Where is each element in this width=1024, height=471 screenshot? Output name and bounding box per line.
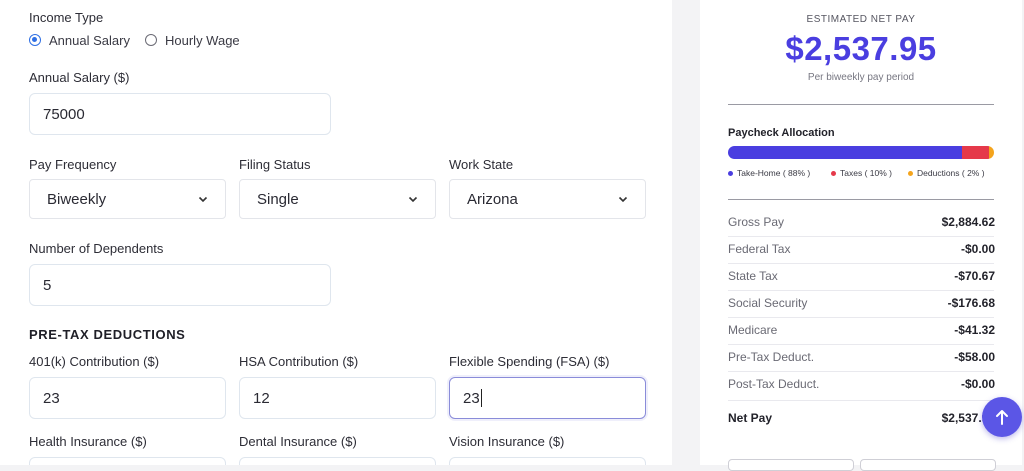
pay-frequency-label: Pay Frequency <box>29 157 117 172</box>
posttax-deduct-value: -$0.00 <box>960 377 995 391</box>
fsa-value: 23 <box>463 389 480 407</box>
radio-hourly-wage[interactable] <box>145 34 157 46</box>
row-separator <box>728 263 994 264</box>
net-pay-row-label: Net Pay <box>728 411 773 425</box>
scroll-to-top-button[interactable] <box>982 397 1022 437</box>
work-state-select[interactable]: Arizona <box>449 179 646 219</box>
social-security-value: -$176.68 <box>947 296 995 310</box>
row-separator <box>728 371 994 372</box>
pretax-deduct-value: -$58.00 <box>954 350 995 364</box>
gross-pay-label: Gross Pay <box>728 215 785 229</box>
filing-status-label: Filing Status <box>239 157 311 172</box>
pretax-deduct-label: Pre-Tax Deduct. <box>728 350 815 364</box>
radio-hourly-wage-label[interactable]: Hourly Wage <box>165 33 240 48</box>
health-insurance-input[interactable] <box>29 457 226 465</box>
filing-status-value: Single <box>257 190 299 208</box>
annual-salary-label: Annual Salary ($) <box>29 70 130 85</box>
social-security-label: Social Security <box>728 296 808 310</box>
arrow-up-icon <box>996 410 1008 425</box>
chevron-down-icon <box>408 196 418 203</box>
k401-input[interactable]: 23 <box>29 377 226 419</box>
radio-annual-salary[interactable] <box>29 34 41 46</box>
k401-value: 23 <box>43 389 60 407</box>
gross-pay-value: $2,884.62 <box>941 215 995 229</box>
state-tax-label: State Tax <box>728 269 778 283</box>
vision-insurance-label: Vision Insurance ($) <box>449 434 565 449</box>
legend-deductions-label: Deductions ( 2% ) <box>917 168 985 178</box>
legend-taxes-label: Taxes ( 10% ) <box>840 168 892 178</box>
health-insurance-label: Health Insurance ($) <box>29 434 147 449</box>
income-type-label: Income Type <box>29 10 104 25</box>
legend-dot <box>728 170 733 176</box>
hsa-value: 12 <box>253 389 270 407</box>
action-button[interactable] <box>860 459 996 471</box>
legend-take-home: Take-Home ( 88% ) <box>728 168 810 178</box>
action-button[interactable] <box>728 459 854 471</box>
calculator-form: Income Type Annual Salary Hourly Wage An… <box>0 0 672 465</box>
row-separator <box>728 317 994 318</box>
legend-dot <box>908 170 913 176</box>
radio-annual-salary-label[interactable]: Annual Salary <box>49 33 130 48</box>
text-caret <box>480 389 482 407</box>
hsa-input[interactable]: 12 <box>239 377 436 419</box>
dental-insurance-input[interactable] <box>239 457 436 465</box>
allocation-bar <box>728 146 994 159</box>
dependents-value: 5 <box>43 276 52 294</box>
filing-status-select[interactable]: Single <box>239 179 436 219</box>
allocation-title: Paycheck Allocation <box>728 127 835 139</box>
legend-dot <box>831 170 836 176</box>
chevron-down-icon <box>198 196 208 203</box>
federal-tax-value: -$0.00 <box>960 242 995 256</box>
fsa-label: Flexible Spending (FSA) ($) <box>449 354 610 369</box>
row-separator <box>728 400 994 401</box>
dental-insurance-label: Dental Insurance ($) <box>239 434 357 449</box>
net-pay-amount: $2,537.95 <box>785 30 937 67</box>
hsa-label: HSA Contribution ($) <box>239 354 359 369</box>
estimated-net-pay-heading: ESTIMATED NET PAY <box>806 14 916 25</box>
legend-take-home-label: Take-Home ( 88% ) <box>737 168 811 178</box>
chevron-down-icon <box>618 196 628 203</box>
legend-deductions: Deductions ( 2% ) <box>908 168 985 178</box>
work-state-label: Work State <box>449 157 514 172</box>
medicare-label: Medicare <box>728 323 778 337</box>
vision-insurance-input[interactable] <box>449 457 646 465</box>
annual-salary-value: 75000 <box>43 105 85 123</box>
dependents-input[interactable]: 5 <box>29 264 331 306</box>
pay-period-note: Per biweekly pay period <box>807 72 915 83</box>
work-state-value: Arizona <box>467 190 518 208</box>
row-separator <box>728 290 994 291</box>
row-separator <box>728 236 994 237</box>
annual-salary-input[interactable]: 75000 <box>29 93 331 135</box>
federal-tax-label: Federal Tax <box>728 242 791 256</box>
allocation-segment-1 <box>962 146 989 159</box>
pay-frequency-value: Biweekly <box>47 190 107 208</box>
k401-label: 401(k) Contribution ($) <box>29 354 160 369</box>
posttax-deduct-label: Post-Tax Deduct. <box>728 377 820 391</box>
divider <box>728 199 994 200</box>
dependents-label: Number of Dependents <box>29 241 164 256</box>
legend-taxes: Taxes ( 10% ) <box>831 168 892 178</box>
row-separator <box>728 344 994 345</box>
fsa-input[interactable]: 23 <box>449 377 646 419</box>
pay-frequency-select[interactable]: Biweekly <box>29 179 226 219</box>
state-tax-value: -$70.67 <box>954 269 995 283</box>
results-panel: ESTIMATED NET PAY $2,537.95 Per biweekly… <box>700 0 1022 471</box>
allocation-segment-2 <box>988 146 994 159</box>
medicare-value: -$41.32 <box>954 323 995 337</box>
pretax-section-title: PRE-TAX DEDUCTIONS <box>29 327 186 342</box>
divider <box>728 104 994 105</box>
allocation-segment-0 <box>728 146 963 159</box>
